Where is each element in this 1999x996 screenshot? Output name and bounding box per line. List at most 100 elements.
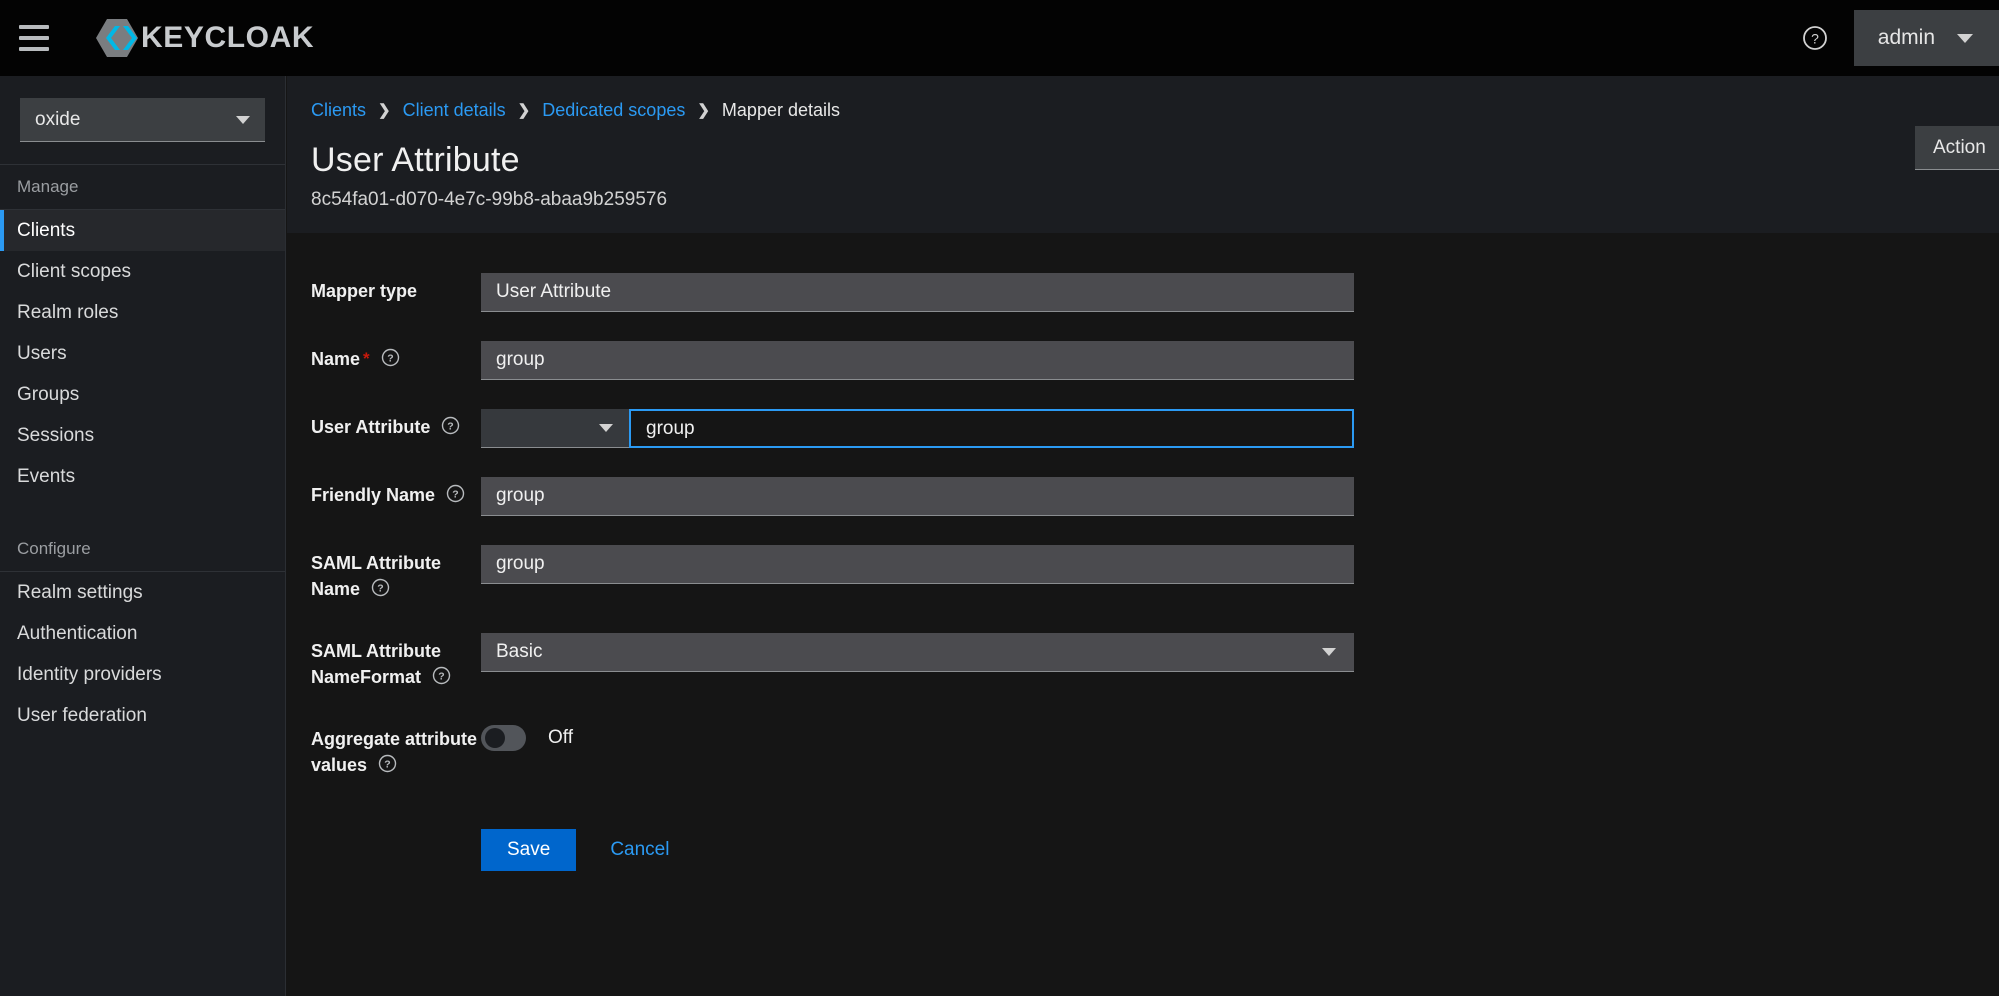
name-label-text: Name <box>311 349 361 369</box>
user-attribute-split-group <box>481 409 1354 448</box>
breadcrumb-item-clients[interactable]: Clients <box>311 100 366 121</box>
sidebar-item-sessions[interactable]: Sessions <box>0 415 285 456</box>
help-icon[interactable]: ? <box>432 666 451 693</box>
sidebar-item-identity-providers[interactable]: Identity providers <box>0 654 285 695</box>
action-dropdown-button[interactable]: Action <box>1915 126 1999 170</box>
sidebar-item-realm-settings[interactable]: Realm settings <box>0 572 285 613</box>
user-attribute-select[interactable] <box>481 409 629 448</box>
sidebar-item-authentication[interactable]: Authentication <box>0 613 285 654</box>
friendly-name-label: Friendly Name ? <box>311 477 481 511</box>
brand-text: KEYCLOAK <box>141 21 315 54</box>
sidebar-item-realm-roles[interactable]: Realm roles <box>0 292 285 333</box>
action-dropdown-label: Action <box>1933 136 1986 158</box>
svg-text:?: ? <box>377 582 383 594</box>
form-row-aggregate: Aggregate attribute values ? Off <box>311 721 1999 780</box>
help-icon[interactable]: ? <box>441 416 460 443</box>
user-attribute-input[interactable] <box>629 409 1354 448</box>
required-marker-icon: * <box>363 349 370 368</box>
saml-name-format-label-text: SAML Attribute NameFormat <box>311 641 441 687</box>
saml-attribute-name-field-container <box>481 545 1354 584</box>
user-menu-label: admin <box>1877 26 1935 49</box>
aggregate-field-container: Off <box>481 721 1354 752</box>
svg-text:?: ? <box>448 421 454 433</box>
help-icon[interactable]: ? <box>378 754 397 781</box>
main-content: Clients ❯ Client details ❯ Dedicated sco… <box>287 76 1999 996</box>
sidebar-item-label: Client scopes <box>17 260 132 282</box>
page-title: User Attribute <box>311 141 520 179</box>
form-row-mapper-type: Mapper type <box>311 273 1999 312</box>
breadcrumb: Clients ❯ Client details ❯ Dedicated sco… <box>311 98 1973 122</box>
svg-text:?: ? <box>387 353 393 365</box>
user-attribute-input-wrap <box>629 409 1354 448</box>
svg-text:?: ? <box>384 758 390 770</box>
mapper-type-label: Mapper type <box>311 281 418 301</box>
aggregate-toggle-row: Off <box>481 721 1354 752</box>
form-row-saml-attribute-name: SAML Attribute Name ? <box>311 545 1999 604</box>
user-menu-button[interactable]: admin <box>1853 10 1999 66</box>
breadcrumb-item-mapper-details: Mapper details <box>721 99 840 120</box>
user-attribute-field-container <box>481 409 1354 448</box>
svg-text:?: ? <box>438 670 444 682</box>
sidebar: oxide Manage Clients Client scopes Realm… <box>0 76 286 996</box>
sidebar-item-users[interactable]: Users <box>0 333 285 374</box>
sidebar-item-clients[interactable]: Clients <box>0 210 285 251</box>
chevron-down-icon <box>236 115 250 124</box>
sidebar-item-label: Users <box>17 342 67 364</box>
help-icon[interactable]: ? <box>371 578 390 605</box>
mapper-type-field-container <box>481 273 1354 312</box>
help-icon[interactable]: ? <box>381 348 400 375</box>
breadcrumb-separator-icon: ❯ <box>517 102 531 119</box>
realm-selector-value: oxide <box>35 108 81 130</box>
aggregate-toggle-switch[interactable] <box>481 725 526 752</box>
brand-logo[interactable]: KEYCLOAK <box>95 16 314 60</box>
chevron-down-icon <box>1957 33 1973 43</box>
sidebar-item-label: Identity providers <box>17 663 162 685</box>
keycloak-logo-icon <box>95 16 139 60</box>
page-header: Clients ❯ Client details ❯ Dedicated sco… <box>287 76 1999 233</box>
hamburger-icon[interactable] <box>19 25 49 51</box>
aggregate-label: Aggregate attribute values ? <box>311 721 481 780</box>
form-row-saml-name-format: SAML Attribute NameFormat ? Basic <box>311 633 1999 692</box>
masthead: KEYCLOAK ? admin <box>0 0 1999 76</box>
sidebar-item-label: User federation <box>17 704 147 726</box>
friendly-name-field-container <box>481 477 1354 516</box>
sidebar-item-label: Groups <box>17 383 80 405</box>
chevron-down-icon <box>599 424 613 432</box>
sidebar-item-label: Sessions <box>17 424 95 446</box>
save-button[interactable]: Save <box>481 829 577 872</box>
sidebar-item-user-federation[interactable]: User federation <box>0 695 285 736</box>
breadcrumb-item-client-details[interactable]: Client details <box>403 100 506 121</box>
form-row-friendly-name: Friendly Name ? <box>311 477 1999 516</box>
sidebar-item-label: Realm settings <box>17 581 143 603</box>
sidebar-item-client-scopes[interactable]: Client scopes <box>0 251 285 292</box>
saml-attribute-name-input[interactable] <box>481 545 1354 584</box>
sidebar-item-groups[interactable]: Groups <box>0 374 285 415</box>
cancel-button[interactable]: Cancel <box>588 829 691 871</box>
friendly-name-input[interactable] <box>481 477 1354 516</box>
nav-section-title-configure: Configure <box>17 539 91 558</box>
user-attribute-label: User Attribute ? <box>311 409 481 443</box>
sidebar-item-label: Clients <box>17 219 76 241</box>
name-input[interactable] <box>481 341 1354 380</box>
toggle-knob <box>485 728 505 749</box>
saml-name-format-field-container: Basic <box>481 633 1354 673</box>
breadcrumb-separator-icon: ❯ <box>697 102 710 119</box>
name-label: Name * ? <box>311 341 481 375</box>
help-icon[interactable]: ? <box>1792 15 1838 61</box>
svg-text:?: ? <box>452 489 458 501</box>
mapper-type-input[interactable] <box>481 273 1354 312</box>
form-row-name: Name * ? <box>311 341 1999 380</box>
breadcrumb-item-dedicated-scopes[interactable]: Dedicated scopes <box>542 100 685 121</box>
sidebar-item-label: Authentication <box>17 622 138 644</box>
nav-section-title-manage: Manage <box>17 177 79 196</box>
realm-selector[interactable]: oxide <box>20 98 265 142</box>
saml-name-format-select[interactable]: Basic <box>481 633 1354 673</box>
help-icon[interactable]: ? <box>446 484 465 511</box>
friendly-name-label-text: Friendly Name <box>311 485 436 505</box>
chevron-down-icon <box>1322 648 1336 657</box>
aggregate-toggle-state-label: Off <box>548 727 573 749</box>
svg-text:?: ? <box>1811 31 1819 47</box>
sidebar-item-events[interactable]: Events <box>0 456 285 497</box>
form-actions: Save Cancel <box>311 829 1999 872</box>
masthead-right-group: ? admin <box>1792 0 1999 76</box>
